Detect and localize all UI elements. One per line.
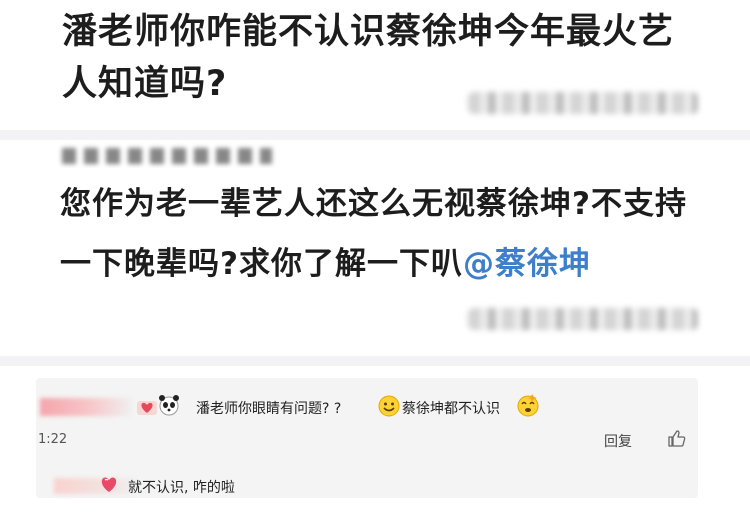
smile-emoji-icon [378, 395, 400, 417]
dizzy-emoji-icon [517, 394, 539, 417]
heart-badge-icon [137, 401, 157, 415]
comment-1-time: 1:22 [38, 432, 68, 447]
blurred-commenter-name [40, 398, 132, 416]
blurred-username [468, 308, 698, 330]
comment-1-text-part2: 蔡徐坤都不认识 [402, 401, 500, 417]
reply-button[interactable]: 回复 [604, 431, 632, 451]
post-2-body: 您作为老一辈艺人还这么无视蔡徐坤?不支持一下晚辈吗?求你了解一下叭 [60, 186, 687, 282]
like-icon[interactable] [666, 428, 686, 448]
separator [0, 356, 750, 366]
comment-section: 潘老师你眼睛有问题? ? 蔡徐坤都不认识 1:22 回复 就不认识, 咋的啦 [36, 378, 698, 498]
blurred-commenter-name [54, 478, 134, 494]
separator [0, 130, 750, 140]
heart-emoji-icon [101, 477, 117, 492]
post-card-1: 潘老师你咋能不认识蔡徐坤今年最火艺人知道吗? [56, 0, 698, 128]
mention-link[interactable]: @蔡徐坤 [463, 246, 591, 282]
blurred-content [62, 148, 272, 164]
post-card-2: 您作为老一辈艺人还这么无视蔡徐坤?不支持一下晚辈吗?求你了解一下叭@蔡徐坤 [56, 168, 698, 350]
comment-2-text: 就不认识, 咋的啦 [128, 480, 235, 496]
comment-1-text-part1: 潘老师你眼睛有问题? ? [196, 401, 342, 417]
blurred-username [468, 92, 698, 114]
post-2-text: 您作为老一辈艺人还这么无视蔡徐坤?不支持一下晚辈吗?求你了解一下叭@蔡徐坤 [60, 174, 700, 294]
panda-icon [159, 395, 179, 416]
